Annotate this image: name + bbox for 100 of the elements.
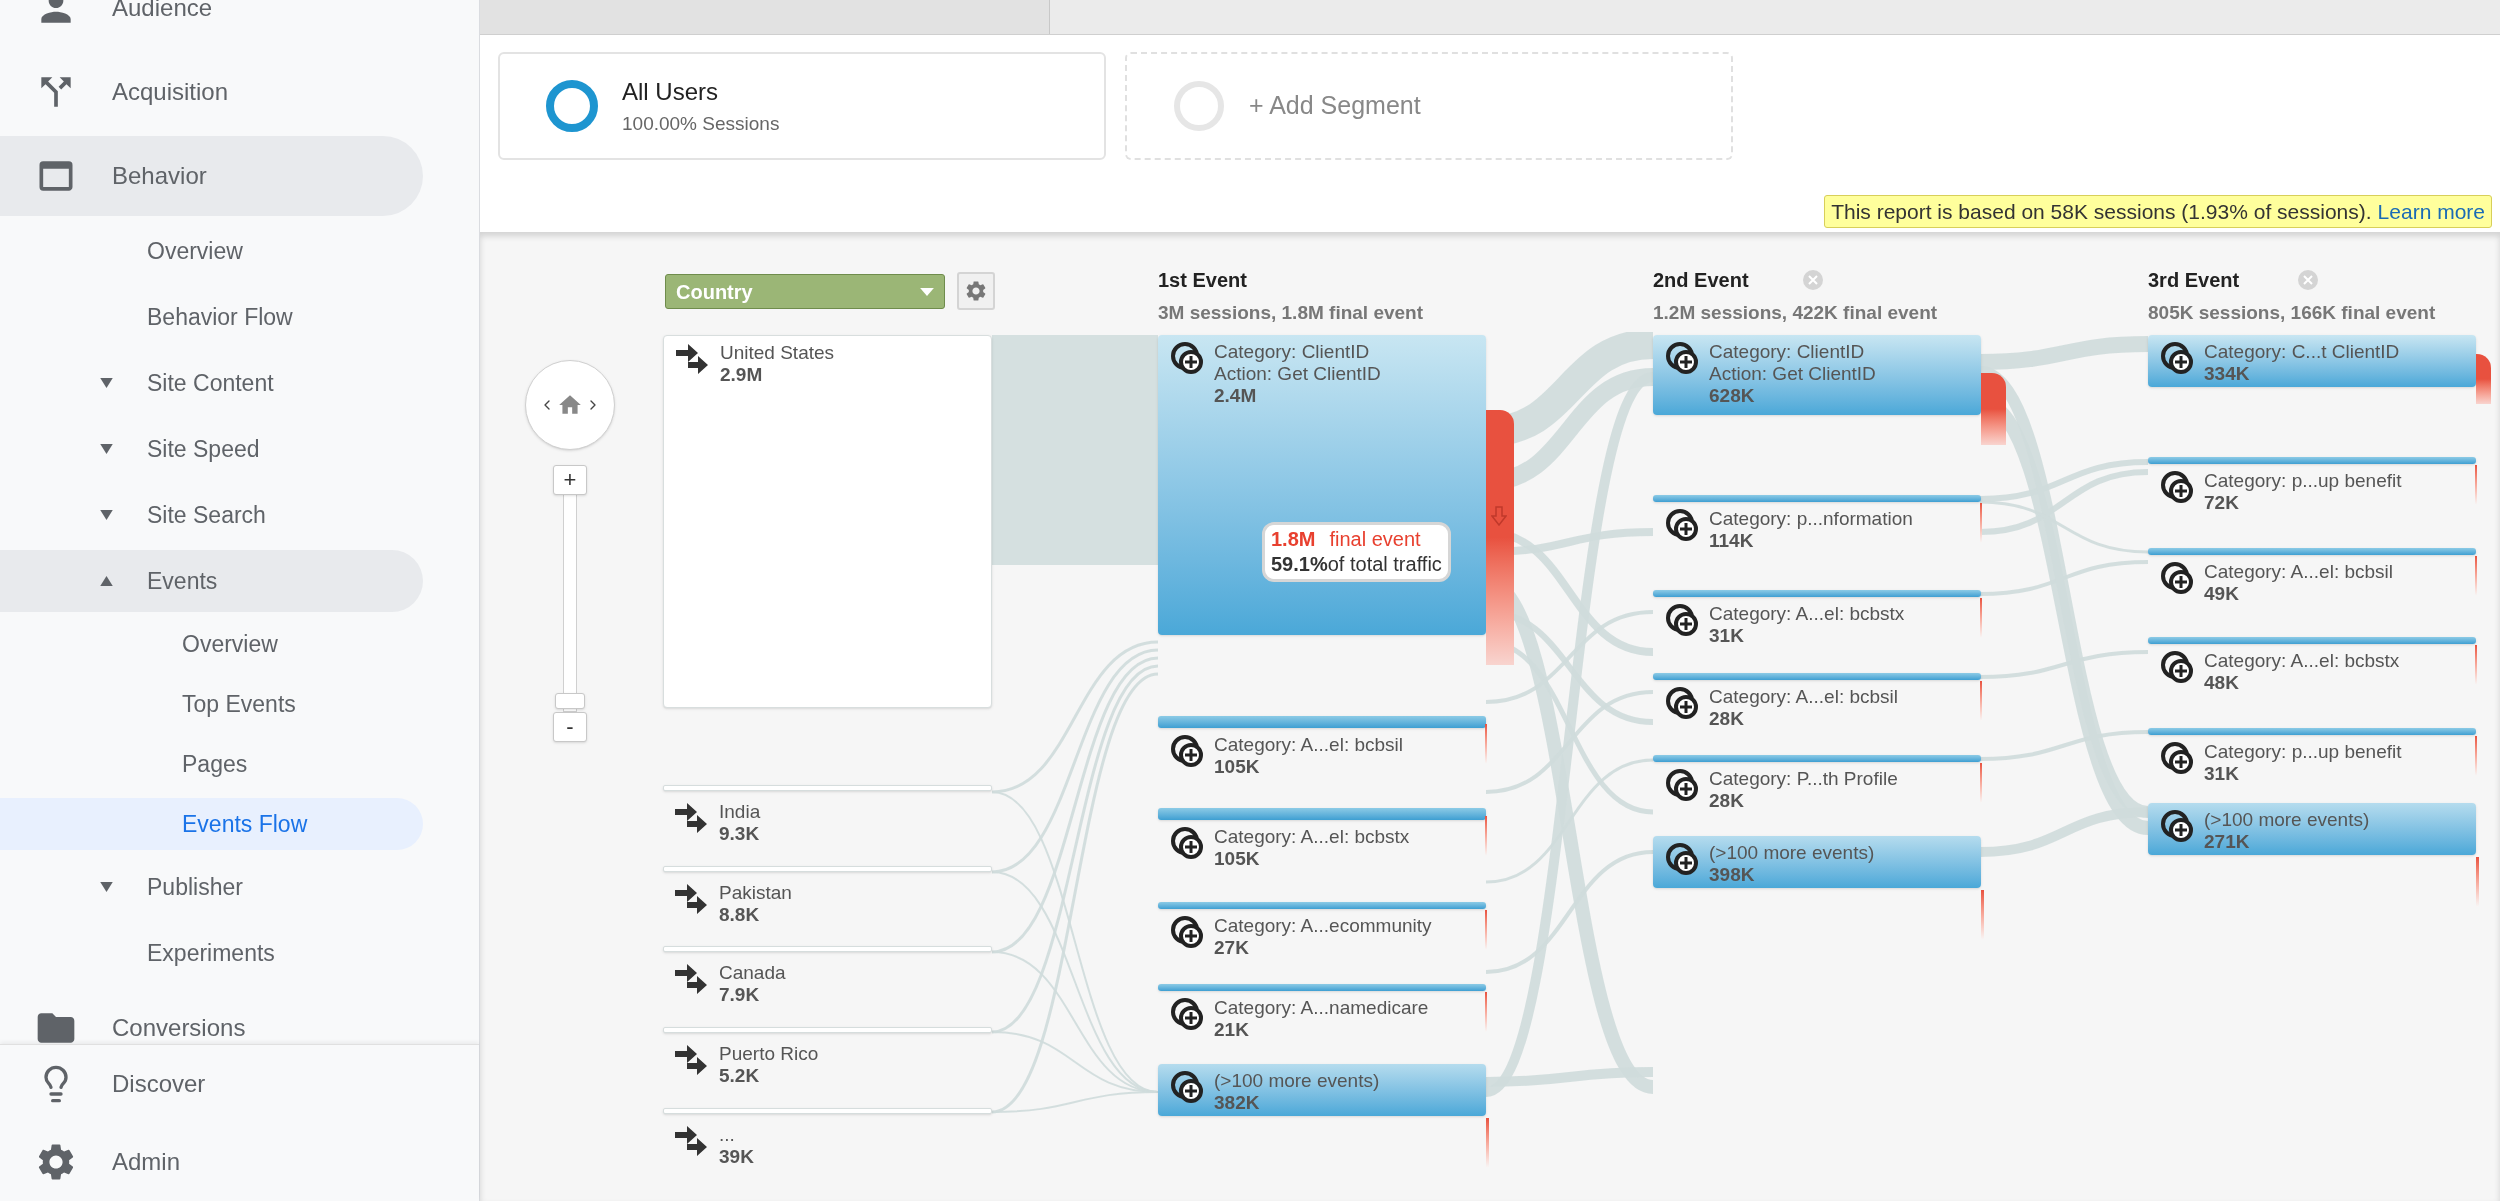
sidebar-item[interactable]: Acquisition xyxy=(0,52,423,132)
node-value: 398K xyxy=(1709,864,1756,886)
node-bar[interactable] xyxy=(1158,808,1486,820)
node-value: 48K xyxy=(2204,672,2240,694)
final-event-label: final event xyxy=(1329,527,1421,552)
sidebar-item[interactable]: Site Speed xyxy=(0,418,423,480)
node-value: 9.3K xyxy=(719,823,761,845)
expand-triangle-icon xyxy=(100,378,113,388)
node-bar[interactable] xyxy=(1653,495,1981,502)
circle-plus-icon xyxy=(1665,341,1699,375)
flow-node[interactable]: Category: C...t ClientID 334K xyxy=(2148,335,2476,387)
sidebar-item[interactable]: Admin xyxy=(0,1127,423,1197)
node-bar[interactable] xyxy=(1653,673,1981,680)
ring-icon xyxy=(1171,78,1227,134)
node-label: India xyxy=(719,801,761,823)
node-bar[interactable] xyxy=(663,1027,992,1033)
final-event-value: 1.8M xyxy=(1271,527,1316,552)
ring-icon xyxy=(544,78,600,134)
node-label: Category: p...up benefit xyxy=(2204,741,2402,763)
drop-off-bar[interactable] xyxy=(1486,410,1514,665)
node-label: Category: A...namedicare xyxy=(1214,997,1429,1019)
learn-more-link[interactable]: Learn more xyxy=(2377,195,2485,228)
flow-node[interactable]: Category: ClientID Action: Get ClientID 628K xyxy=(1653,335,1981,415)
node-label: Category: A...el: bcbstx xyxy=(2204,650,2400,672)
node-bar[interactable] xyxy=(2148,728,2476,735)
node-bar[interactable] xyxy=(2148,637,2476,644)
node-bar[interactable] xyxy=(663,866,992,872)
node-label: Pakistan xyxy=(719,882,792,904)
sidebar-item[interactable]: Discover xyxy=(0,1049,423,1119)
node-value: 628K xyxy=(1709,385,1756,407)
node-bar[interactable] xyxy=(1158,984,1486,991)
sidebar-item[interactable]: Behavior Flow xyxy=(0,286,423,348)
node-label: Category: A...el: bcbsil xyxy=(1709,686,1899,708)
node-bar[interactable] xyxy=(1158,902,1486,909)
traffic-label: of total traffic xyxy=(1327,552,1442,577)
collapse-triangle-icon xyxy=(100,576,113,586)
node-bar[interactable] xyxy=(1653,755,1981,762)
node-label: Category: C...t ClientID xyxy=(2204,341,2400,363)
node-bar[interactable] xyxy=(663,785,992,791)
circle-plus-icon xyxy=(2160,341,2194,375)
node-action: Action: Get ClientID xyxy=(1709,363,1876,385)
sidebar-item[interactable]: Site Search xyxy=(0,484,423,546)
node-bar[interactable] xyxy=(2148,457,2476,464)
node-bar[interactable] xyxy=(1158,716,1486,728)
drop-off-bar[interactable] xyxy=(1981,373,2006,445)
node-bar[interactable] xyxy=(1653,590,1981,597)
sidebar-item[interactable]: Overview xyxy=(0,618,423,670)
sidebar-item[interactable]: Pages xyxy=(0,738,423,790)
segment-card[interactable]: All Users 100.00% Sessions xyxy=(498,52,1106,160)
node-action: Action: Get ClientID xyxy=(1214,363,1381,385)
flow-node[interactable]: United States 2.9M xyxy=(663,335,992,708)
node-label: United States xyxy=(720,342,835,364)
zoom-in-button[interactable]: + xyxy=(553,465,587,495)
node-label: Category: ClientID xyxy=(1214,341,1371,363)
circle-plus-icon xyxy=(1170,734,1204,768)
node-bar[interactable] xyxy=(663,946,992,952)
flow-node[interactable]: (>100 more events) 398K xyxy=(1653,836,1981,888)
sidebar-item[interactable]: Events xyxy=(0,550,423,612)
circle-plus-icon xyxy=(1665,768,1699,802)
node-label: Category: A...el: bcbstx xyxy=(1709,603,1905,625)
node-bar[interactable] xyxy=(663,1108,992,1114)
sidebar-item[interactable]: Experiments xyxy=(0,922,423,984)
drop-off-bar xyxy=(1981,890,1984,940)
close-icon[interactable] xyxy=(1803,270,1823,290)
sidebar-item[interactable]: Top Events xyxy=(0,678,423,730)
sidebar-item[interactable]: Conversions xyxy=(0,988,423,1044)
circle-plus-icon xyxy=(1665,842,1699,876)
down-arrow-icon xyxy=(1491,506,1507,526)
node-label: Puerto Rico xyxy=(719,1043,819,1065)
drop-off-bar xyxy=(2476,857,2479,907)
flow-node[interactable]: (>100 more events) 271K xyxy=(2148,803,2476,855)
node-label: Category: P...th Profile xyxy=(1709,768,1898,790)
drop-off-bar[interactable] xyxy=(2476,354,2491,404)
settings-button[interactable] xyxy=(957,272,995,310)
zoom-thumb[interactable] xyxy=(555,693,585,709)
sidebar-item[interactable]: Behavior xyxy=(0,136,423,216)
node-label: Category: A...el: bcbsil xyxy=(1214,734,1404,756)
circle-plus-icon xyxy=(2160,561,2194,595)
close-icon[interactable] xyxy=(2298,270,2318,290)
circle-plus-icon xyxy=(2160,650,2194,684)
node-label: (>100 more events) xyxy=(1709,842,1875,864)
circle-plus-icon xyxy=(2160,741,2194,775)
circle-plus-icon xyxy=(1170,997,1204,1031)
double-arrow-icon xyxy=(675,882,709,916)
circle-plus-icon xyxy=(1170,915,1204,949)
circle-plus-icon xyxy=(2160,809,2194,843)
flow-node[interactable]: (>100 more events) 382K xyxy=(1158,1064,1486,1116)
sidebar-item[interactable]: Publisher xyxy=(0,856,423,918)
node-value: 105K xyxy=(1214,848,1261,870)
sidebar-item[interactable]: Overview xyxy=(0,220,423,282)
circle-plus-icon xyxy=(1665,508,1699,542)
node-value: 2.9M xyxy=(720,364,764,386)
zoom-out-button[interactable]: - xyxy=(553,712,587,742)
add-segment-button[interactable]: + Add Segment xyxy=(1125,52,1733,160)
segment-subtitle: 100.00% Sessions xyxy=(622,111,780,136)
node-bar[interactable] xyxy=(2148,548,2476,555)
sidebar-item[interactable]: Events Flow xyxy=(0,798,423,850)
sidebar-item[interactable]: Site Content xyxy=(0,352,423,414)
circle-plus-icon xyxy=(1170,341,1204,375)
dropdown-caret-icon xyxy=(920,287,934,296)
